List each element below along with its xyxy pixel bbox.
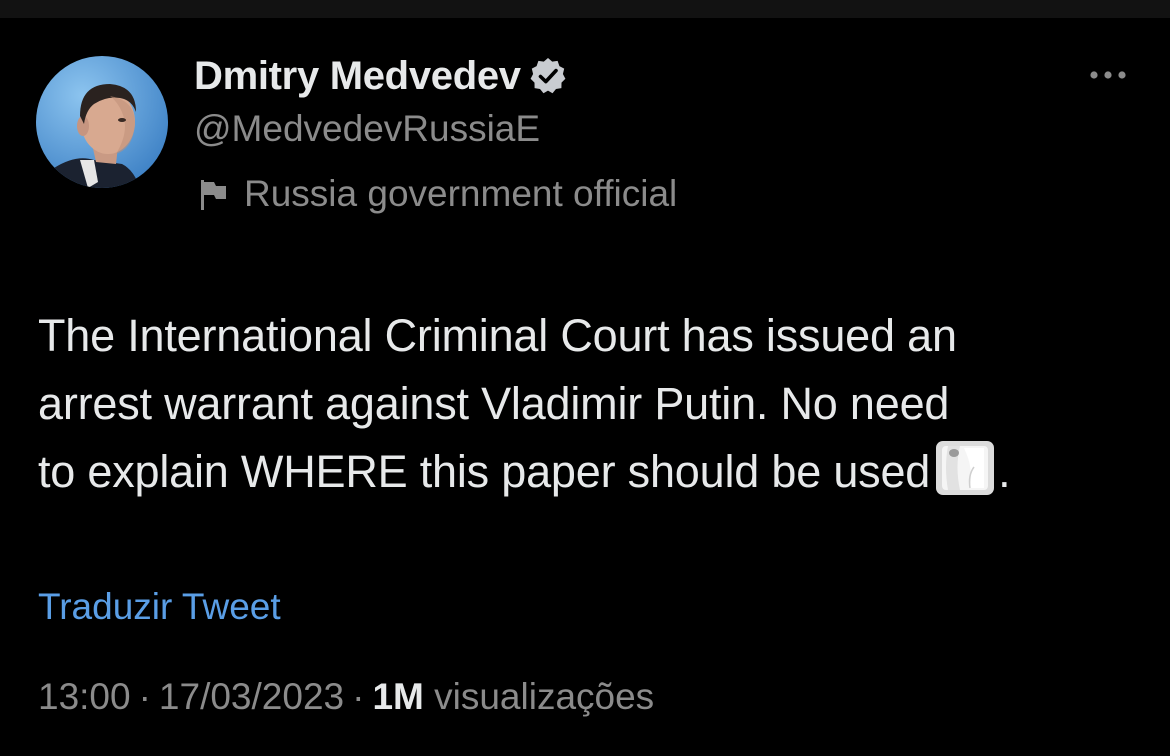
more-options-button[interactable] [1080, 58, 1136, 92]
meta-separator: · [138, 676, 151, 717]
tweet-text-line: arrest warrant against Vladimir Putin. N… [38, 378, 950, 429]
views-label: visualizações [434, 676, 655, 717]
tweet-text-end: . [998, 446, 1011, 497]
tweet-time[interactable]: 13:00 [38, 676, 131, 717]
author-display-name[interactable]: Dmitry Medvedev [194, 54, 521, 99]
avatar[interactable] [36, 56, 168, 188]
toilet-paper-icon [934, 439, 996, 497]
translate-tweet-link[interactable]: Traduzir Tweet [38, 586, 281, 628]
views-count: 1M [372, 676, 424, 717]
tweet-meta: 13:00 · 17/03/2023 · 1M visualizações [38, 676, 654, 718]
tweet-date[interactable]: 17/03/2023 [159, 676, 344, 717]
verified-badge-icon [528, 56, 568, 96]
tweet-text-line-last: to explain WHERE this paper should be us… [38, 438, 1148, 506]
tweet-text-line: The International Criminal Court has iss… [38, 310, 957, 361]
affiliation-label: Russia government official [196, 170, 677, 218]
more-horizontal-icon [1090, 71, 1126, 79]
author-handle[interactable]: @MedvedevRussiaE [194, 108, 540, 150]
author-name-row[interactable]: Dmitry Medvedev [194, 50, 568, 102]
meta-separator: · [352, 676, 365, 717]
top-status-strip [0, 0, 1170, 18]
affiliation-text: Russia government official [244, 173, 678, 214]
flag-icon [196, 177, 230, 211]
tweet-text: The International Criminal Court has iss… [38, 302, 1148, 506]
tweet-text-line: to explain WHERE this paper should be us… [38, 446, 931, 497]
avatar-image [36, 56, 168, 188]
